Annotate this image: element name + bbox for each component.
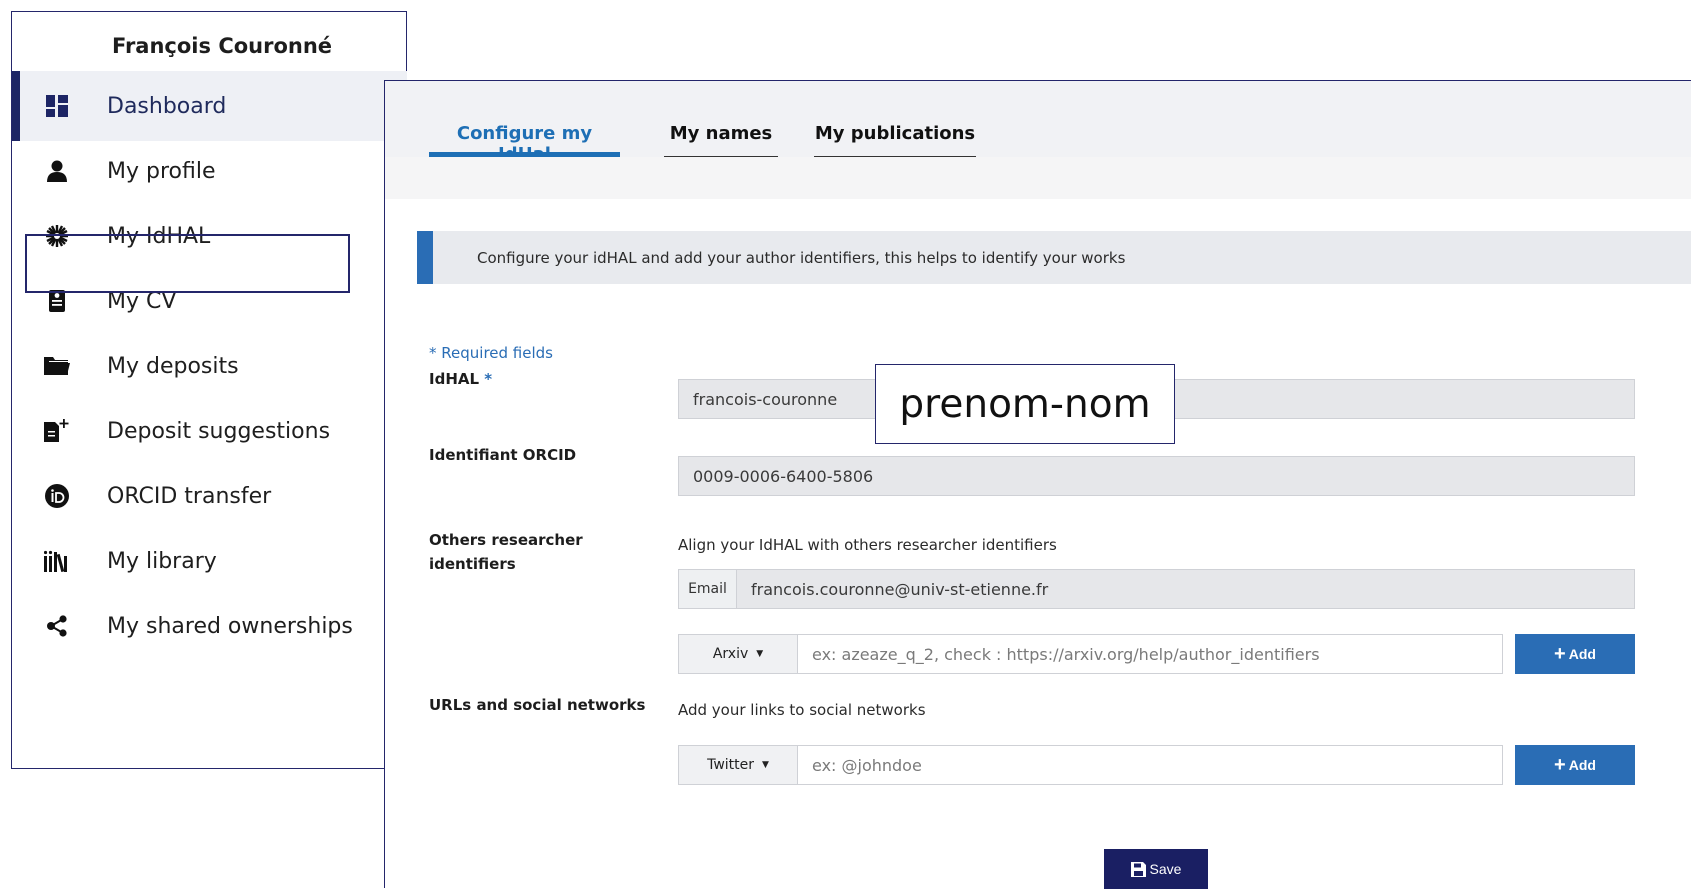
user-icon [44,158,70,184]
sidebar-item-label: My profile [107,158,216,184]
email-addon: Email [679,570,737,608]
sidebar-item-deposit-suggestions[interactable]: Deposit suggestions [12,396,407,466]
chevron-down-icon: ▼ [756,649,764,659]
sidebar-item-label: My shared ownerships [107,613,353,639]
sidebar-item-cv[interactable]: My CV [12,266,407,336]
social-network-row: Twitter ▼ [678,745,1503,785]
sidebar-item-label: My library [107,548,217,574]
save-button[interactable]: Save [1104,849,1208,889]
save-label: Save [1149,861,1182,877]
sidebar-item-label: My IdHAL [107,223,211,249]
sidebar-item-label: My deposits [107,353,239,379]
main-panel: Configure my IdHal My names My publicati… [384,80,1691,889]
sidebar: François Couronné Dashboard My profile M… [11,11,407,769]
urls-help: Add your links to social networks [678,701,926,719]
sidebar-item-label: ORCID transfer [107,483,272,509]
sidebar-item-label: Dashboard [107,93,227,119]
others-identifiers-label: Others researcher identifiers [429,531,583,573]
idhal-label-text: IdHAL [429,370,480,388]
plus-icon: + [1554,754,1566,776]
chevron-down-icon: ▼ [762,760,769,770]
share-icon [44,613,70,639]
sidebar-item-orcid-transfer[interactable]: ORCID transfer [12,461,407,531]
required-mark: * [484,370,493,388]
sidebar-item-label: Deposit suggestions [107,418,331,444]
user-name: François Couronné [111,34,333,58]
tab-my-publications[interactable]: My publications [814,123,976,157]
twitter-select[interactable]: Twitter ▼ [678,745,798,785]
arxiv-select-value: Arxiv [712,646,749,662]
sidebar-item-label: My CV [107,288,177,314]
idhal-icon [44,223,70,249]
arxiv-select[interactable]: Arxiv ▼ [678,634,798,674]
tab-bar: Configure my IdHal My names My publicati… [385,81,1691,165]
idhal-value: francois-couronne [693,389,838,409]
sidebar-item-idhal[interactable]: My IdHAL [12,201,407,271]
tab-separator-band [385,157,1691,199]
cv-icon [44,288,70,314]
library-icon [44,548,70,574]
others-identifiers-help: Align your IdHAL with others researcher … [678,536,1057,554]
dashboard-icon [44,93,70,119]
email-identifier-row[interactable]: Email francois.couronne@univ-st-etienne.… [678,569,1635,609]
add-label: Add [1568,757,1596,773]
save-icon [1130,861,1146,877]
callout-text: prenom-nom [899,381,1151,427]
sidebar-item-shared-ownerships[interactable]: My shared ownerships [12,591,407,661]
arxiv-identifier-row: Arxiv ▼ [678,634,1503,674]
sidebar-item-deposits[interactable]: My deposits [12,331,407,401]
sidebar-item-dashboard[interactable]: Dashboard [12,71,407,141]
orcid-field[interactable]: 0009-0006-6400-5806 [678,456,1635,496]
orcid-label: Identifiant ORCID [429,446,577,464]
orcid-icon [44,483,70,509]
tab-my-names[interactable]: My names [664,123,778,157]
info-text: Configure your idHAL and add your author… [477,248,1126,267]
idhal-format-callout: prenom-nom [875,364,1175,444]
email-value: francois.couronne@univ-st-etienne.fr [751,579,1049,599]
add-social-button[interactable]: + Add [1515,745,1635,785]
add-label: Add [1568,646,1596,662]
folder-icon [44,353,70,379]
plus-icon: + [1554,643,1566,665]
sidebar-item-library[interactable]: My library [12,526,407,596]
twitter-input[interactable] [798,745,1503,785]
sidebar-item-profile[interactable]: My profile [12,136,407,206]
required-fields-note: * Required fields [429,344,553,362]
urls-label: URLs and social networks [429,696,646,714]
orcid-value: 0009-0006-6400-5806 [693,466,874,486]
add-arxiv-button[interactable]: + Add [1515,634,1635,674]
arxiv-input[interactable] [798,634,1503,674]
idhal-label: IdHAL * [429,367,492,391]
twitter-select-value: Twitter [707,757,754,773]
tab-configure-idhal[interactable]: Configure my IdHal [429,123,620,165]
info-banner: Configure your idHAL and add your author… [417,231,1691,284]
file-plus-icon [44,418,70,444]
